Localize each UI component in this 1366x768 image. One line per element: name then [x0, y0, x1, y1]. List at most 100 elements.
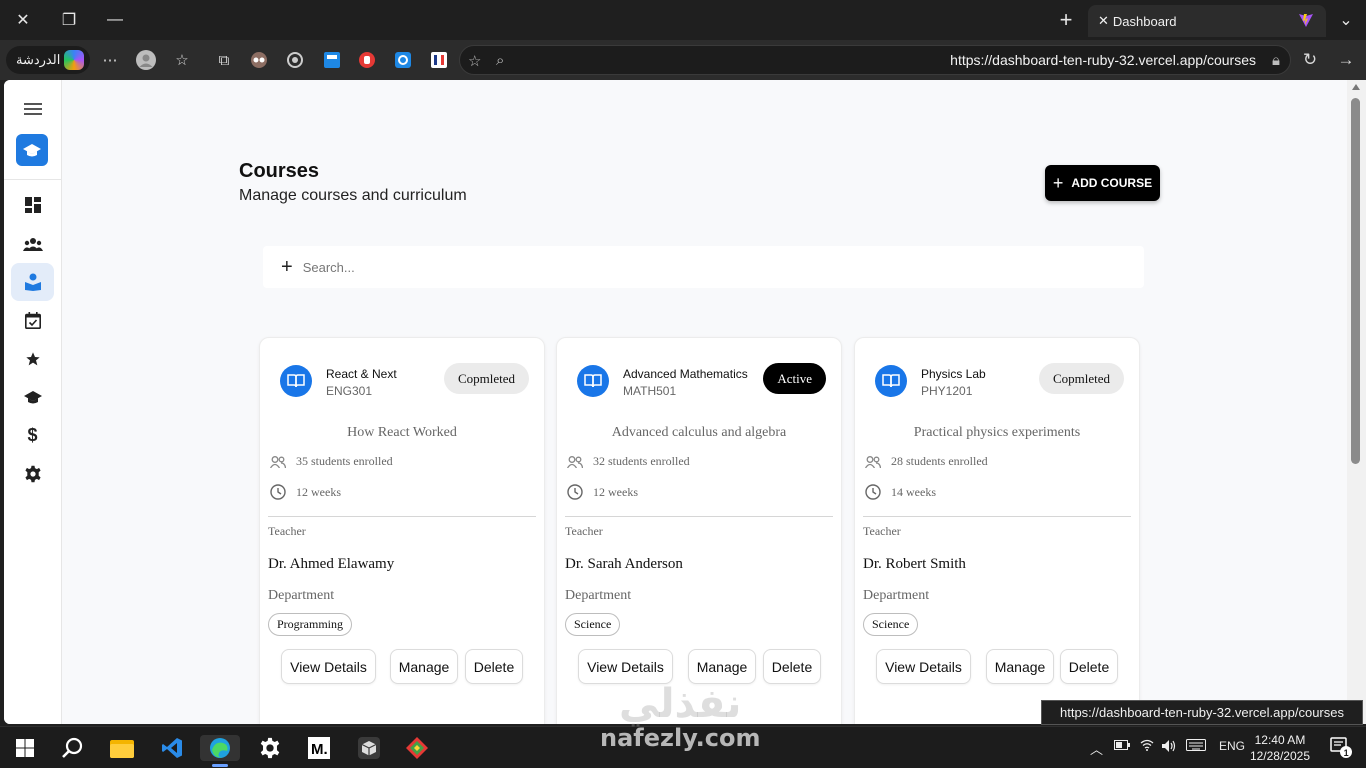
settings-gear-icon[interactable] — [257, 735, 283, 761]
input-language[interactable]: ENG — [1219, 739, 1245, 753]
extension-face-icon[interactable] — [429, 50, 449, 70]
vite-favicon-icon — [1299, 14, 1313, 27]
clock-icon — [865, 484, 881, 500]
extension-owl-icon[interactable] — [249, 50, 269, 70]
sidebar-item-users[interactable] — [11, 225, 54, 263]
course-code: MATH501 — [623, 384, 677, 398]
book-icon — [280, 365, 312, 397]
teacher-name: Dr. Robert Smith — [863, 556, 966, 572]
manage-button[interactable]: Manage — [390, 649, 458, 684]
course-card: Physics Lab PHY1201 Copmleted Practical … — [854, 337, 1140, 724]
view-details-button[interactable]: View Details — [281, 649, 376, 684]
profile-avatar-icon[interactable] — [136, 50, 156, 70]
scrollbar-thumb[interactable] — [1351, 98, 1360, 464]
extension-q-icon[interactable] — [393, 50, 413, 70]
dollar-icon: $ — [27, 424, 38, 445]
windows-start-icon[interactable] — [12, 735, 38, 761]
clock-date: 12/28/2025 — [1249, 749, 1310, 763]
url-text[interactable]: https://dashboard-ten-ruby-32.vercel.app… — [950, 52, 1256, 68]
tab-list-chevron-icon[interactable]: ⌄ — [1333, 8, 1359, 32]
add-course-label: ADD COURSE — [1071, 176, 1153, 190]
card-divider — [565, 516, 833, 517]
lock-icon[interactable]: 🔒︎ — [1272, 52, 1280, 69]
browser-tab[interactable]: ✕ Dashboard — [1088, 5, 1326, 37]
plus-icon[interactable]: + — [281, 256, 293, 279]
course-code: PHY1201 — [921, 384, 973, 398]
status-url-tooltip: https://dashboard-ten-ruby-32.vercel.app… — [1041, 700, 1363, 725]
medium-app-icon[interactable]: M. — [306, 735, 332, 761]
search-bubble-icon[interactable]: ⌕ — [496, 52, 504, 69]
department-label: Department — [268, 588, 335, 603]
reload-icon[interactable]: ↻ — [1300, 50, 1320, 70]
department-chip: Programming — [268, 613, 352, 636]
add-course-button[interactable]: + ADD COURSE — [1045, 165, 1160, 201]
diamond-app-icon[interactable] — [404, 735, 430, 761]
department-label: Department — [565, 588, 632, 603]
wifi-icon[interactable] — [1140, 739, 1154, 754]
keyboard-icon[interactable] — [1186, 739, 1206, 754]
address-bar[interactable]: ☆ ⌕ https://dashboard-ten-ruby-32.vercel… — [459, 45, 1291, 75]
edge-browser-icon[interactable] — [200, 735, 240, 767]
view-details-button[interactable]: View Details — [578, 649, 673, 684]
duration-text: 12 weeks — [296, 484, 341, 499]
extension-target-icon[interactable] — [285, 50, 305, 70]
app-logo[interactable] — [16, 134, 48, 166]
sidebar-item-finance[interactable]: $ — [11, 416, 54, 454]
restore-window-icon[interactable]: ❐ — [56, 8, 82, 32]
department-label: Department — [863, 588, 930, 603]
course-description: Practical physics experiments — [913, 425, 1081, 440]
sidebar-item-settings[interactable] — [11, 455, 54, 493]
manage-button[interactable]: Manage — [986, 649, 1054, 684]
notification-center-icon[interactable]: 1 — [1330, 736, 1352, 758]
students-enrolled: 35 students enrolled — [270, 454, 393, 469]
delete-button[interactable]: Delete — [1060, 649, 1118, 684]
tray-chevron-up-icon[interactable]: ︿ — [1090, 739, 1103, 758]
vscode-icon[interactable] — [159, 735, 185, 761]
delete-button[interactable]: Delete — [763, 649, 821, 684]
card-divider — [268, 516, 536, 517]
search-input[interactable] — [302, 259, 903, 275]
tab-title: Dashboard — [1112, 13, 1177, 29]
copilot-chat-button[interactable]: الدردشة — [6, 46, 90, 74]
battery-icon[interactable] — [1114, 739, 1130, 753]
page-scrollbar[interactable] — [1347, 80, 1366, 724]
course-description: How React Worked — [347, 425, 457, 440]
sidebar-item-favorites[interactable] — [11, 340, 54, 378]
sidebar-item-schedule[interactable] — [11, 301, 54, 339]
manage-button[interactable]: Manage — [688, 649, 756, 684]
close-tab-icon[interactable]: ✕ — [1098, 13, 1109, 29]
file-explorer-icon[interactable] — [109, 735, 135, 761]
sidebar-menu-toggle[interactable] — [11, 90, 54, 128]
package-box-icon[interactable] — [356, 735, 382, 761]
new-tab-icon[interactable]: + — [1053, 7, 1079, 32]
taskbar-clock[interactable]: 12:40 AM 12/28/2025 — [1250, 732, 1310, 764]
delete-button[interactable]: Delete — [465, 649, 523, 684]
scroll-up-arrow-icon[interactable] — [1352, 84, 1360, 90]
status-badge: Active — [763, 363, 826, 394]
extension-grid-icon[interactable] — [322, 50, 342, 70]
course-name: Physics Lab — [921, 367, 986, 381]
speaker-volume-icon[interactable] — [1161, 739, 1177, 756]
search-icon[interactable] — [59, 735, 85, 761]
department-chip: Science — [863, 613, 919, 636]
favorites-star-icon[interactable]: ☆ — [172, 50, 192, 70]
add-favorite-star-icon[interactable]: ☆ — [468, 52, 481, 70]
close-window-icon[interactable]: ✕ — [10, 8, 36, 32]
star-icon — [25, 352, 40, 366]
more-options-icon[interactable]: ⋯ — [100, 50, 120, 70]
sidebar-item-dashboard[interactable] — [11, 186, 54, 224]
sidebar-item-graduates[interactable] — [11, 378, 54, 416]
sidebar-item-courses[interactable] — [11, 263, 54, 301]
minimize-window-icon[interactable]: — — [102, 8, 128, 32]
sidebar: $ — [4, 80, 62, 724]
calendar-check-icon — [24, 311, 41, 329]
forward-arrow-icon[interactable]: → — [1336, 50, 1356, 70]
view-details-button[interactable]: View Details — [876, 649, 971, 684]
course-code: ENG301 — [326, 384, 373, 398]
graduation-cap-icon — [23, 144, 41, 157]
extensions-icon[interactable]: ⧉ — [214, 50, 234, 70]
book-icon — [875, 365, 907, 397]
active-app-indicator — [212, 764, 228, 767]
duration-text: 12 weeks — [593, 484, 638, 499]
extension-hand-icon[interactable] — [357, 50, 377, 70]
